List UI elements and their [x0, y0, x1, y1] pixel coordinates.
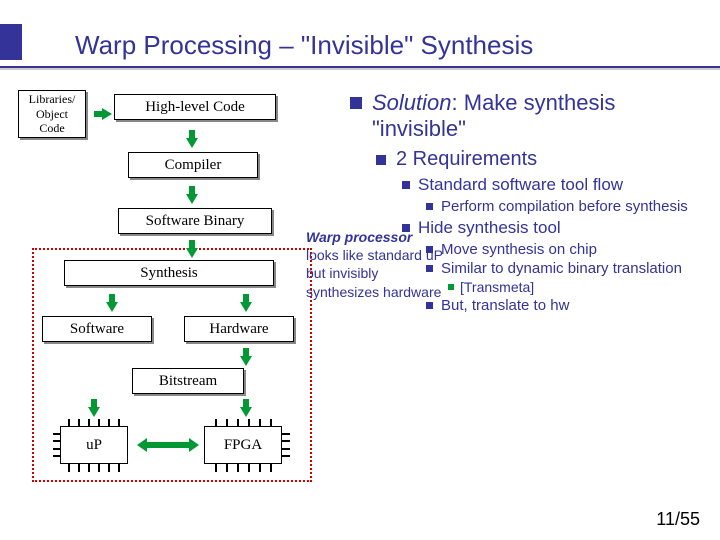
arrow-down-icon [186, 248, 198, 258]
slide-title: Warp Processing – "Invisible" Synthesis [75, 30, 533, 61]
bullet-solution: Solution: Make synthesis "invisible" [350, 90, 710, 142]
hardware-box: Hardware [184, 316, 294, 342]
bullet-hide: Hide synthesis tool [402, 218, 710, 238]
title-shadow [0, 68, 720, 70]
bullet-similar: Similar to dynamic binary translation [426, 260, 710, 277]
bullet-requirements: 2 Requirements [376, 148, 710, 171]
chip-pins [210, 464, 276, 472]
bullet-icon [402, 181, 410, 189]
arrow-right-icon [102, 108, 112, 120]
synthesis-box: Synthesis [64, 260, 274, 286]
bullet-list: Solution: Make synthesis "invisible" 2 R… [350, 90, 710, 316]
highlevel-code-box: High-level Code [114, 94, 276, 120]
bullet-move: Move synthesis on chip [426, 241, 710, 258]
arrow-down-icon [186, 138, 198, 148]
bullet-but: But, translate to hw [426, 297, 710, 314]
arrow-down-icon [106, 302, 118, 312]
page-number: 11/55 [656, 509, 700, 530]
arrow-down-icon [240, 356, 252, 366]
bullet-transmeta: [Transmeta] [448, 279, 710, 295]
bullet-icon [376, 155, 386, 165]
chip-pins [64, 419, 124, 427]
chip-pins [210, 419, 276, 427]
libraries-box: Libraries/ Object Code [18, 90, 86, 138]
bullet-compile: Perform compilation before synthesis [426, 198, 710, 215]
arrow-down-icon [88, 407, 100, 417]
up-chip: uP [60, 426, 128, 464]
title-accent [0, 24, 22, 60]
fpga-chip: FPGA [204, 426, 282, 464]
bullet-icon [426, 203, 433, 210]
arrow-down-icon [240, 302, 252, 312]
compiler-box: Compiler [128, 152, 258, 178]
software-box: Software [42, 316, 152, 342]
bitstream-box: Bitstream [132, 368, 244, 394]
bullet-icon [426, 302, 433, 309]
chip-pins [53, 430, 61, 460]
bullet-icon [448, 284, 454, 290]
arrow-down-icon [240, 407, 252, 417]
double-arrow-icon [146, 442, 190, 448]
arrow-down-icon [186, 194, 198, 204]
software-binary-box: Software Binary [118, 208, 272, 234]
bullet-icon [426, 265, 433, 272]
bullet-flow: Standard software tool flow [402, 175, 710, 195]
chip-pins [282, 430, 290, 460]
chip-pins [64, 464, 124, 472]
bullet-icon [402, 224, 410, 232]
bullet-icon [426, 246, 433, 253]
bullet-icon [350, 97, 362, 109]
